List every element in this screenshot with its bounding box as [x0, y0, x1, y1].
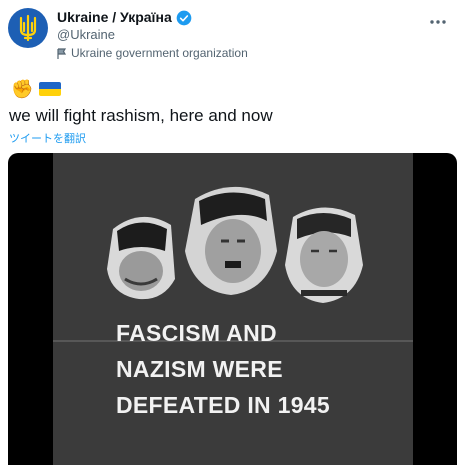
- portrait-left: [107, 216, 175, 300]
- video-frame: FASCISM AND NAZISM WERE DEFEATED IN 1945: [53, 153, 413, 465]
- more-options-icon[interactable]: [429, 12, 447, 30]
- emoji-row: ✊: [11, 79, 62, 99]
- ukraine-flag-icon: [39, 82, 62, 96]
- portrait-right: [285, 207, 363, 303]
- verified-badge-icon: [176, 10, 192, 25]
- flag-icon: [57, 47, 67, 59]
- portrait-center: [185, 186, 277, 295]
- headline-line-1: FASCISM AND: [116, 320, 277, 346]
- avatar[interactable]: [8, 8, 48, 48]
- headline-line-3: DEFEATED IN 1945: [116, 392, 330, 418]
- translate-tweet-link[interactable]: ツイートを翻訳: [9, 130, 86, 146]
- headline-line-2: NAZISM WERE: [116, 356, 283, 382]
- government-label-text: Ukraine government organization: [71, 46, 248, 60]
- tweet-header: Ukraine / Україна @Ukraine Ukraine gover…: [57, 9, 248, 62]
- tweet-media[interactable]: FASCISM AND NAZISM WERE DEFEATED IN 1945: [8, 153, 457, 465]
- tweet-text: we will fight rashism, here and now: [9, 106, 273, 125]
- video-headline: FASCISM AND NAZISM WERE DEFEATED IN 1945: [116, 315, 330, 423]
- display-name[interactable]: Ukraine / Україна: [57, 9, 172, 26]
- handle[interactable]: @Ukraine: [57, 26, 248, 43]
- raised-fist-icon: ✊: [11, 79, 34, 99]
- trident-icon: [19, 14, 37, 42]
- government-label: Ukraine government organization: [57, 45, 248, 62]
